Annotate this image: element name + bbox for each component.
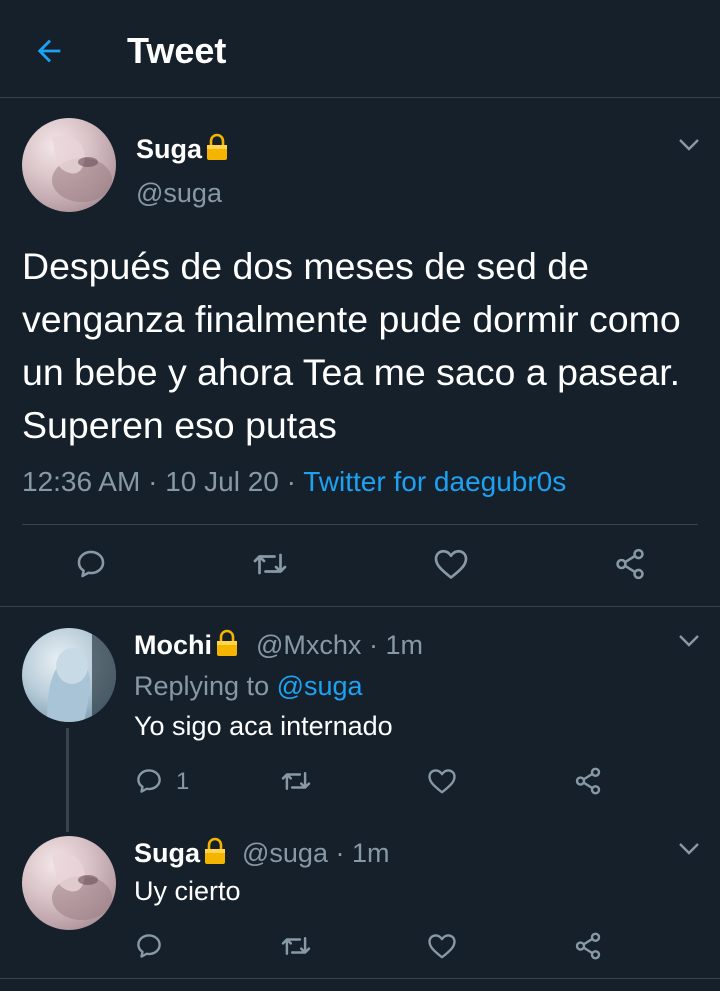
lock-icon [205, 837, 226, 864]
share-button[interactable] [573, 766, 603, 796]
reply-handle-time: @Mxchx · 1m [256, 630, 423, 661]
reply-handle-time: @suga · 1m [242, 838, 390, 869]
share-button[interactable] [573, 931, 603, 961]
author-name[interactable]: Suga [136, 132, 229, 165]
author-name[interactable]: Mochi [134, 628, 239, 661]
tweet-text: Después de dos meses de sed de venganza … [22, 245, 681, 446]
retweet-icon [253, 553, 287, 575]
reply-count: 1 [176, 768, 190, 795]
reply-button[interactable] [134, 931, 164, 961]
tweet-text: Yo sigo aca internado [134, 711, 393, 741]
like-icon [434, 549, 468, 579]
tweet-time: 1m [385, 630, 423, 660]
author-handle[interactable]: @suga [136, 178, 222, 209]
like-button[interactable] [433, 547, 469, 581]
back-arrow-icon[interactable] [32, 34, 66, 68]
lock-icon [217, 629, 237, 656]
chevron-down-icon[interactable] [678, 138, 700, 152]
page-title: Tweet [127, 30, 227, 71]
reply-button[interactable] [74, 547, 108, 581]
chevron-down-icon[interactable] [678, 842, 700, 856]
share-icon [616, 548, 644, 580]
share-icon [575, 767, 601, 795]
meta-separator: · [368, 630, 378, 660]
tweet-text: Uy cierto [134, 876, 241, 906]
thread-connector [66, 728, 69, 832]
reply-button[interactable] [134, 766, 164, 796]
divider [0, 978, 720, 979]
avatar[interactable] [22, 118, 116, 212]
tweet-source-link[interactable]: Twitter for daegubr0s [303, 466, 566, 497]
meta-separator: · [335, 838, 345, 868]
like-button[interactable] [427, 932, 457, 960]
avatar[interactable] [22, 628, 116, 722]
retweet-icon [281, 936, 311, 956]
chevron-down-icon[interactable] [678, 634, 700, 648]
retweet-button[interactable] [252, 549, 288, 579]
tweet-time: 12:36 AM [22, 466, 141, 497]
meta-separator: · [148, 466, 158, 497]
reply-icon [77, 550, 105, 578]
reply-icon [137, 769, 161, 793]
like-icon [428, 934, 456, 959]
reply-icon [137, 934, 161, 958]
retweet-button[interactable] [280, 933, 312, 959]
retweet-icon [281, 771, 311, 791]
top-bar: Tweet [0, 0, 720, 98]
tweet-meta: 12:36 AM · 10 Jul 20 · Twitter for daegu… [22, 466, 566, 498]
divider [22, 524, 698, 525]
tweet-date: 10 Jul 20 [165, 466, 279, 497]
divider [0, 606, 720, 607]
like-icon [428, 769, 456, 794]
share-button[interactable] [612, 547, 648, 581]
author-handle[interactable]: @Mxchx [256, 630, 361, 660]
lock-icon [207, 133, 228, 160]
author-handle[interactable]: @suga [242, 838, 328, 868]
like-button[interactable] [427, 767, 457, 795]
replying-to: Replying to @suga [134, 671, 363, 701]
retweet-button[interactable] [280, 768, 312, 794]
author-name[interactable]: Suga [134, 836, 227, 869]
tweet-time: 1m [352, 838, 390, 868]
share-icon [575, 932, 601, 960]
avatar[interactable] [22, 836, 116, 930]
mention-link[interactable]: @suga [277, 671, 363, 701]
meta-separator: · [286, 466, 296, 497]
